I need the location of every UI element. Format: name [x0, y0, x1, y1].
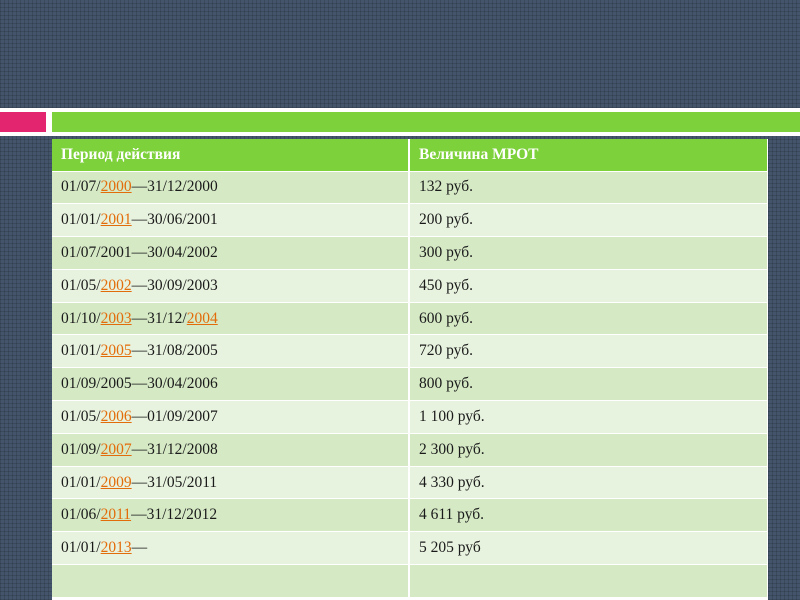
period-text: 01/07/2001—30/04/2002: [61, 243, 218, 261]
period-cell: 01/10/2003—31/12/2004: [52, 302, 410, 336]
table-row: [52, 564, 768, 598]
period-text: —31/12/2012: [131, 506, 218, 524]
period-cell: 01/01/2001—30/06/2001: [52, 203, 410, 238]
year-link[interactable]: 2005: [101, 342, 132, 359]
amount-cell: 4 611 руб.: [409, 498, 768, 533]
table-body: 01/07/2000—31/12/2000 132 руб. 01/01/2001—…: [52, 171, 768, 598]
period-cell: 01/07/2000—31/12/2000: [52, 171, 410, 205]
table-row: 01/09/2007—31/12/2008 2 300 руб.: [52, 433, 768, 467]
table-row: 01/06/2011—31/12/2012 4 611 руб.: [52, 498, 768, 533]
period-text: —31/12/2000: [131, 178, 218, 196]
amount-cell: 600 руб.: [409, 302, 768, 336]
green-accent-bar: [52, 112, 800, 132]
mrot-table-container: Период действия Величина МРОТ 01/07/2000…: [52, 139, 768, 600]
period-cell: 01/09/2005—30/04/2006: [52, 367, 410, 402]
header-period: Период действия: [52, 139, 410, 172]
period-text: —31/05/2011: [131, 473, 218, 491]
period-text: 01/06/: [61, 506, 101, 524]
period-text: 01/05/: [61, 276, 101, 294]
amount-cell: 2 300 руб.: [409, 433, 768, 467]
period-cell: 01/01/2009—31/05/2011: [52, 466, 410, 500]
amount-cell: 132 руб.: [409, 171, 768, 205]
period-cell: 01/07/2001—30/04/2002: [52, 236, 410, 270]
period-text: 01/10/: [61, 309, 101, 327]
period-text: 01/01/: [61, 342, 101, 360]
period-text: —01/09/2007: [131, 407, 218, 425]
table-row: 01/01/2001—30/06/2001 200 руб.: [52, 203, 768, 238]
table-row: 01/01/2009—31/05/2011 4 330 руб.: [52, 466, 768, 500]
period-text: 01/01/: [61, 539, 101, 557]
year-link[interactable]: 2003: [101, 310, 132, 327]
period-cell: 01/09/2007—31/12/2008: [52, 433, 410, 467]
period-text: —31/12/2008: [131, 440, 218, 458]
period-cell: 01/05/2002—30/09/2003: [52, 269, 410, 303]
table-row: 01/07/2001—30/04/2002 300 руб.: [52, 236, 768, 270]
period-text: 01/01/: [61, 211, 101, 229]
year-link[interactable]: 2011: [101, 506, 131, 523]
table-row: 01/05/2006—01/09/2007 1 100 руб.: [52, 400, 768, 434]
amount-cell: 4 330 руб.: [409, 466, 768, 500]
period-cell: 01/05/2006—01/09/2007: [52, 400, 410, 434]
table-row: 01/09/2005—30/04/2006 800 руб.: [52, 367, 768, 402]
year-link[interactable]: 2006: [101, 408, 132, 425]
year-link[interactable]: 2009: [101, 474, 132, 491]
mrot-table: Период действия Величина МРОТ 01/07/2000…: [52, 139, 768, 598]
amount-cell: 1 100 руб.: [409, 400, 768, 434]
period-text: 01/09/2005—30/04/2006: [61, 375, 218, 393]
header-amount: Величина МРОТ: [409, 139, 768, 172]
period-text: 01/09/: [61, 440, 101, 458]
pink-accent-bar: [0, 112, 46, 132]
period-text: —: [131, 539, 148, 557]
table-row: 01/07/2000—31/12/2000 132 руб.: [52, 171, 768, 205]
period-text: 01/01/: [61, 473, 101, 491]
amount-cell: 200 руб.: [409, 203, 768, 238]
year-link[interactable]: 2007: [101, 441, 132, 458]
amount-cell: 720 руб.: [409, 334, 768, 369]
period-cell: 01/01/2005—31/08/2005: [52, 334, 410, 369]
amount-cell: 450 руб.: [409, 269, 768, 303]
period-text: —30/09/2003: [131, 276, 218, 294]
decorative-band: [0, 108, 800, 136]
period-text: —30/06/2001: [131, 211, 218, 229]
table-header-row: Период действия Величина МРОТ: [52, 139, 768, 172]
year-link[interactable]: 2013: [101, 539, 132, 556]
year-link[interactable]: 2002: [101, 277, 132, 294]
table-row: 01/01/2013— 5 205 руб: [52, 531, 768, 566]
amount-cell: [409, 564, 768, 598]
period-text: —31/08/2005: [131, 342, 218, 360]
amount-cell: 5 205 руб: [409, 531, 768, 566]
period-cell: 01/06/2011—31/12/2012: [52, 498, 410, 533]
period-cell: [52, 564, 410, 598]
amount-cell: 300 руб.: [409, 236, 768, 270]
table-row: 01/05/2002—30/09/2003 450 руб.: [52, 269, 768, 303]
year-link[interactable]: 2001: [101, 211, 132, 228]
table-row: 01/10/2003—31/12/2004 600 руб.: [52, 302, 768, 336]
amount-cell: 800 руб.: [409, 367, 768, 402]
period-text: 01/05/: [61, 407, 101, 425]
table-row: 01/01/2005—31/08/2005 720 руб.: [52, 334, 768, 369]
period-text: 01/07/: [61, 178, 101, 196]
year-link[interactable]: 2004: [187, 310, 218, 327]
year-link[interactable]: 2000: [101, 178, 132, 195]
period-text: —31/12/: [131, 309, 187, 327]
period-cell: 01/01/2013—: [52, 531, 410, 566]
